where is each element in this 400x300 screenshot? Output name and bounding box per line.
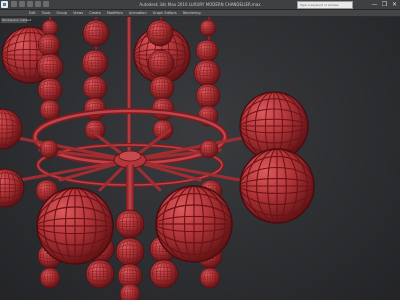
menu-bar: Edit Tools Group Views Create Modifiers …: [0, 10, 400, 16]
chandelier-model: [0, 17, 315, 300]
menu-tools[interactable]: Tools: [39, 10, 54, 16]
new-file-icon[interactable]: [11, 1, 17, 7]
menu-graph-editors[interactable]: Graph Editors: [150, 10, 180, 16]
workspace-dropdown[interactable]: Workspace: Default: [0, 17, 32, 24]
quick-access-toolbar: [11, 1, 49, 7]
redo-icon[interactable]: [43, 1, 49, 7]
close-button[interactable]: ✕: [391, 1, 398, 8]
minimize-button[interactable]: —: [371, 1, 378, 8]
menu-views[interactable]: Views: [70, 10, 86, 16]
undo-icon[interactable]: [35, 1, 41, 7]
menu-animation[interactable]: Animation: [126, 10, 150, 16]
window-controls: — ❐ ✕: [371, 1, 398, 8]
menu-rendering[interactable]: Rendering: [180, 10, 204, 16]
menu-group[interactable]: Group: [53, 10, 70, 16]
search-placeholder: Type a keyword or phrase: [300, 3, 339, 7]
menu-edit[interactable]: Edit: [26, 10, 39, 16]
open-file-icon[interactable]: [19, 1, 25, 7]
app-logo-icon[interactable]: [1, 1, 8, 8]
app-window: Autodesk 3ds Max 2016 LUXURY MODERN CHAN…: [0, 0, 400, 300]
save-file-icon[interactable]: [27, 1, 33, 7]
maximize-button[interactable]: ❐: [381, 1, 388, 8]
search-input[interactable]: Type a keyword or phrase: [297, 1, 353, 9]
menu-modifiers[interactable]: Modifiers: [104, 10, 126, 16]
title-bar: Autodesk 3ds Max 2016 LUXURY MODERN CHAN…: [0, 0, 400, 10]
workspace-selected: Workspace: Default: [2, 18, 32, 22]
menu-create[interactable]: Create: [86, 10, 104, 16]
perspective-viewport[interactable]: [0, 17, 400, 300]
